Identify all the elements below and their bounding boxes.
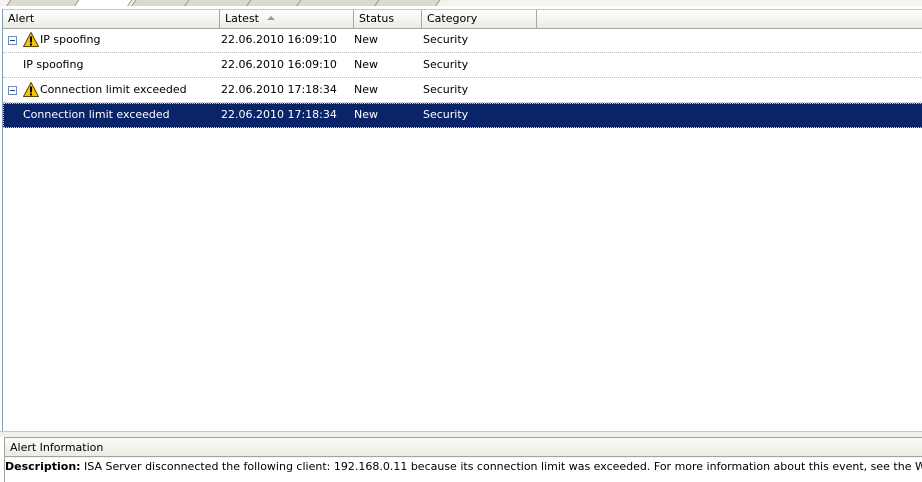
table-row[interactable]: IP spoofing 22.06.2010 16:09:10 New Secu… (3, 53, 922, 78)
alert-status: New (354, 58, 378, 71)
column-alert-label: Alert (8, 12, 35, 25)
alert-information-panel: Alert Information Description: ISA Serve… (4, 437, 922, 482)
alert-latest: 22.06.2010 17:18:34 (221, 108, 337, 121)
alert-category: Security (423, 83, 469, 96)
tab-logging[interactable] (373, 0, 445, 6)
alert-information-title: Alert Information (5, 438, 922, 457)
alert-status: New (354, 108, 378, 121)
column-status-label: Status (359, 12, 395, 25)
alert-status: New (354, 33, 378, 46)
alerts-list[interactable]: Alert Latest Status Category IP spoofing… (2, 9, 922, 431)
tab-6[interactable] (295, 0, 387, 6)
alert-latest: 22.06.2010 16:09:10 (221, 33, 337, 46)
table-row[interactable]: Connection limit exceeded 22.06.2010 17:… (3, 78, 922, 103)
alert-latest: 22.06.2010 17:18:34 (221, 83, 337, 96)
alert-rows: IP spoofing 22.06.2010 16:09:10 New Secu… (3, 28, 922, 128)
column-latest-label: Latest (225, 12, 259, 25)
column-latest[interactable]: Latest (220, 10, 354, 28)
alert-status: New (354, 83, 378, 96)
column-alert[interactable]: Alert (3, 10, 220, 28)
column-category-label: Category (427, 12, 478, 25)
alert-category: Security (423, 33, 469, 46)
tab-strip (0, 0, 922, 6)
table-row-selected[interactable]: Connection limit exceeded 22.06.2010 17:… (3, 103, 922, 128)
description-label: Description: (5, 460, 81, 473)
alert-name: IP spoofing (23, 58, 84, 71)
alert-name: Connection limit exceeded (40, 83, 187, 96)
warning-icon (23, 82, 39, 97)
alert-latest: 22.06.2010 16:09:10 (221, 58, 337, 71)
alert-description: Description: ISA Server disconnected the… (5, 458, 922, 482)
collapse-icon[interactable] (8, 86, 17, 95)
column-category[interactable]: Category (422, 10, 537, 28)
alert-name: Connection limit exceeded (23, 108, 170, 121)
collapse-icon[interactable] (8, 36, 17, 45)
tab-alerts[interactable] (73, 0, 137, 6)
alert-name: IP spoofing (40, 33, 101, 46)
column-status[interactable]: Status (354, 10, 422, 28)
description-text: ISA Server disconnected the following cl… (84, 460, 922, 473)
alert-category: Security (423, 58, 469, 71)
column-header: Alert Latest Status Category (3, 9, 922, 29)
table-row[interactable]: IP spoofing 22.06.2010 16:09:10 New Secu… (3, 28, 922, 53)
sort-ascending-icon (267, 16, 275, 20)
alert-category: Security (423, 108, 469, 121)
warning-icon (23, 32, 39, 47)
